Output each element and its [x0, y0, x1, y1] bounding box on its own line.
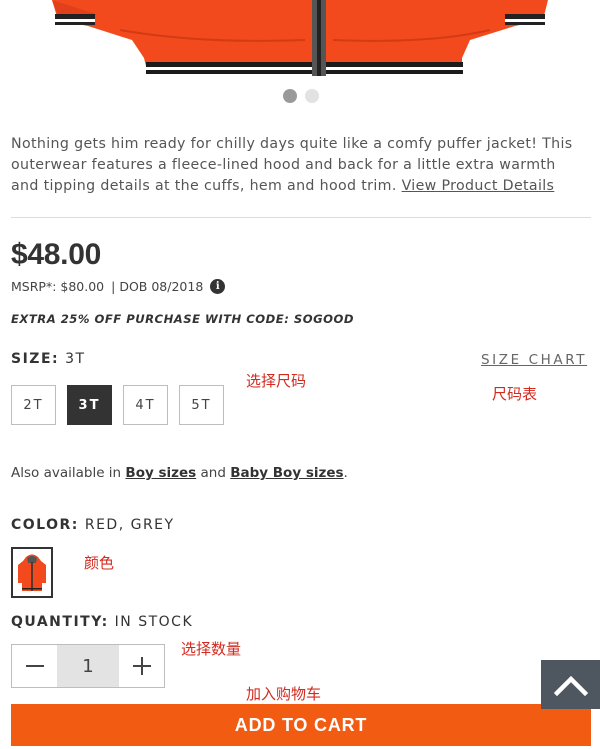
also-suffix: .: [343, 465, 348, 481]
size-option-5t[interactable]: 5T: [179, 385, 224, 425]
size-option-3t[interactable]: 3T: [67, 385, 112, 425]
size-chart-link[interactable]: SIZE CHART: [481, 352, 587, 368]
jacket-image: [52, 0, 548, 76]
product-image[interactable]: [0, 0, 600, 115]
annotation-color: 颜色: [84, 554, 115, 572]
carousel-dot-1[interactable]: [283, 89, 297, 103]
msrp-text: MSRP*: $80.00: [11, 279, 105, 294]
dob-text: DOB 08/2018: [119, 279, 204, 294]
also-prefix: Also available in: [11, 465, 122, 481]
quantity-increase-button[interactable]: [119, 645, 164, 687]
quantity-value[interactable]: 1: [57, 645, 119, 687]
stock-status: IN STOCK: [114, 614, 194, 630]
scroll-to-top-button[interactable]: [541, 660, 600, 709]
color-label-key: COLOR:: [11, 517, 79, 533]
add-to-cart-button[interactable]: ADD TO CART: [11, 704, 591, 746]
color-swatch-red-grey[interactable]: [11, 547, 53, 598]
boy-sizes-link[interactable]: Boy sizes: [125, 465, 196, 481]
color-label: COLOR: RED, GREY: [11, 517, 175, 533]
size-option-4t[interactable]: 4T: [123, 385, 168, 425]
annotation-size-chart: 尺码表: [492, 385, 538, 403]
also-mid: and: [200, 465, 226, 481]
info-icon[interactable]: i: [210, 279, 226, 294]
annotation-select-quantity: 选择数量: [181, 640, 242, 658]
plus-icon: [132, 657, 151, 675]
also-available: Also available in Boy sizes and Baby Boy…: [11, 465, 348, 481]
carousel-dots: [283, 89, 319, 103]
size-options: 2T 3T 4T 5T: [11, 385, 224, 425]
baby-boy-sizes-link[interactable]: Baby Boy sizes: [230, 465, 343, 481]
divider: [11, 217, 591, 218]
quantity-stepper: 1: [11, 644, 165, 688]
msrp-row: MSRP*: $80.00 | DOB 08/2018 i: [11, 279, 226, 294]
promo-text: EXTRA 25% OFF PURCHASE WITH CODE: SOGOOD: [11, 312, 354, 326]
minus-icon: [25, 665, 44, 667]
quantity-label: QUANTITY: IN STOCK: [11, 614, 193, 630]
product-description: Nothing gets him ready for chilly days q…: [11, 134, 586, 197]
price: $48.00: [11, 238, 101, 271]
view-details-link[interactable]: View Product Details: [402, 178, 555, 194]
chevron-up-icon: [553, 675, 588, 696]
carousel-dot-2[interactable]: [305, 89, 319, 103]
jacket-thumbnail: [18, 554, 46, 591]
size-selected-value: 3T: [65, 351, 86, 367]
size-label: SIZE: 3T: [11, 351, 86, 367]
quantity-label-key: QUANTITY:: [11, 614, 109, 630]
quantity-decrease-button[interactable]: [12, 645, 57, 687]
size-label-key: SIZE:: [11, 351, 60, 367]
annotation-add-to-cart: 加入购物车: [246, 685, 322, 703]
msrp-separator: |: [111, 279, 116, 294]
annotation-select-size: 选择尺码: [246, 372, 307, 390]
size-option-2t[interactable]: 2T: [11, 385, 56, 425]
color-value: RED, GREY: [84, 517, 175, 533]
